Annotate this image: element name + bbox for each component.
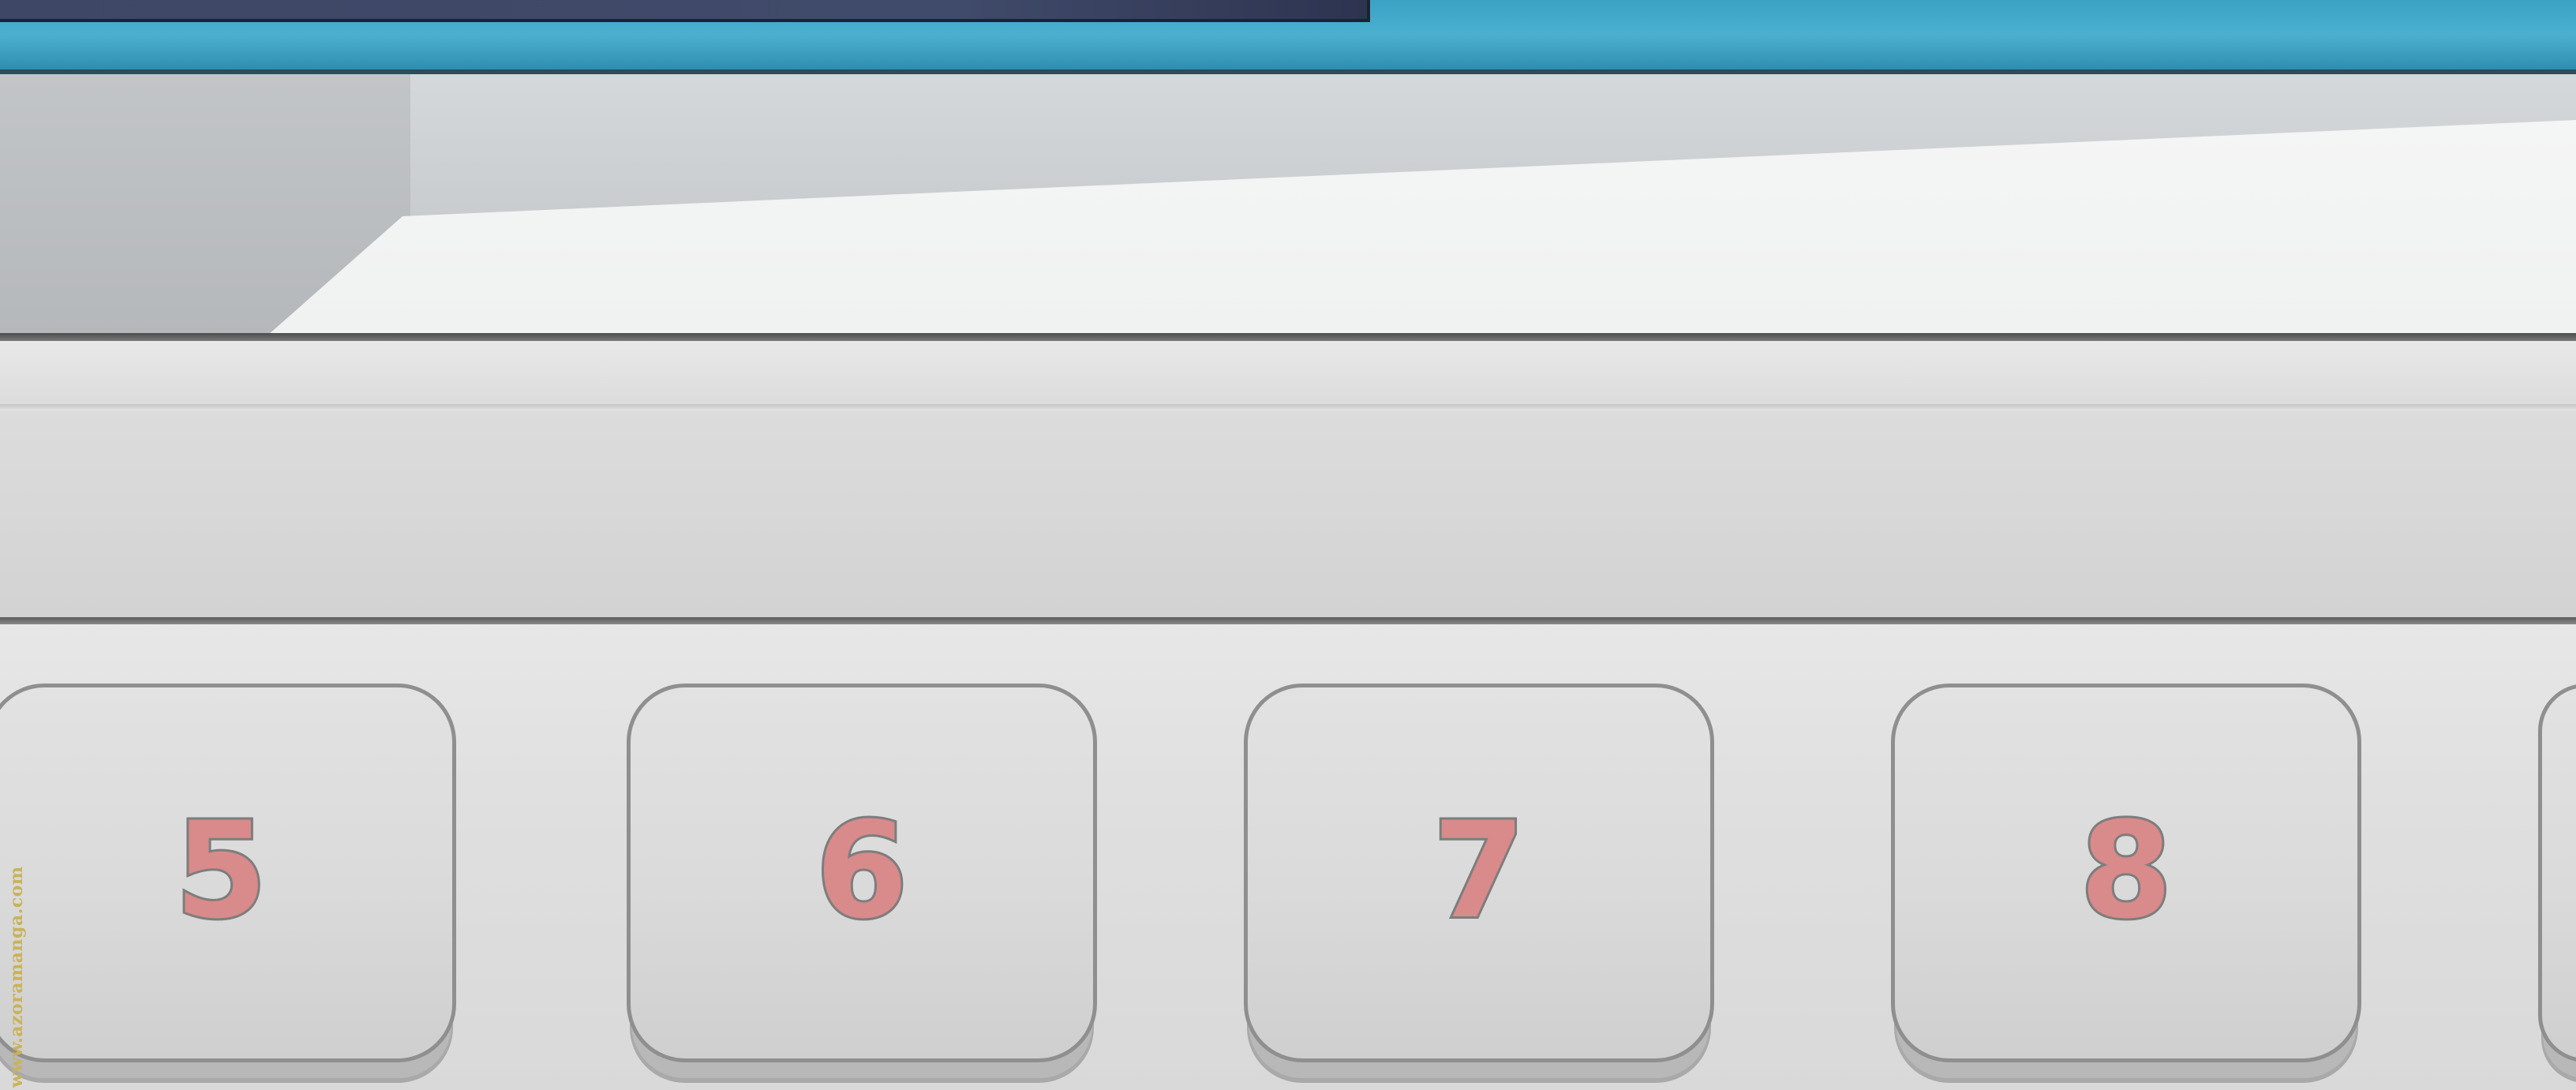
key-label: 8 [2078,793,2175,948]
divider-line [0,617,2576,624]
keypad-rail [0,341,2576,619]
watermark-text: www.azoramanga.com [6,866,27,1088]
device-closeup: 5 6 7 8 www.azoramanga.com [0,0,2576,1090]
key-7-button[interactable]: 7 [1244,684,1714,1062]
key-8-button[interactable]: 8 [1891,684,2361,1062]
rail-highlight [0,404,2576,410]
key-label: 6 [814,793,911,948]
key-6-button[interactable]: 6 [627,684,1097,1062]
key-5-button[interactable]: 5 [0,684,456,1062]
key-label: 7 [1431,793,1528,948]
key-label: 5 [173,793,270,948]
screen-display-panel [0,0,1370,22]
divider-line [0,333,2576,341]
key-partial-button[interactable] [2538,684,2576,1062]
